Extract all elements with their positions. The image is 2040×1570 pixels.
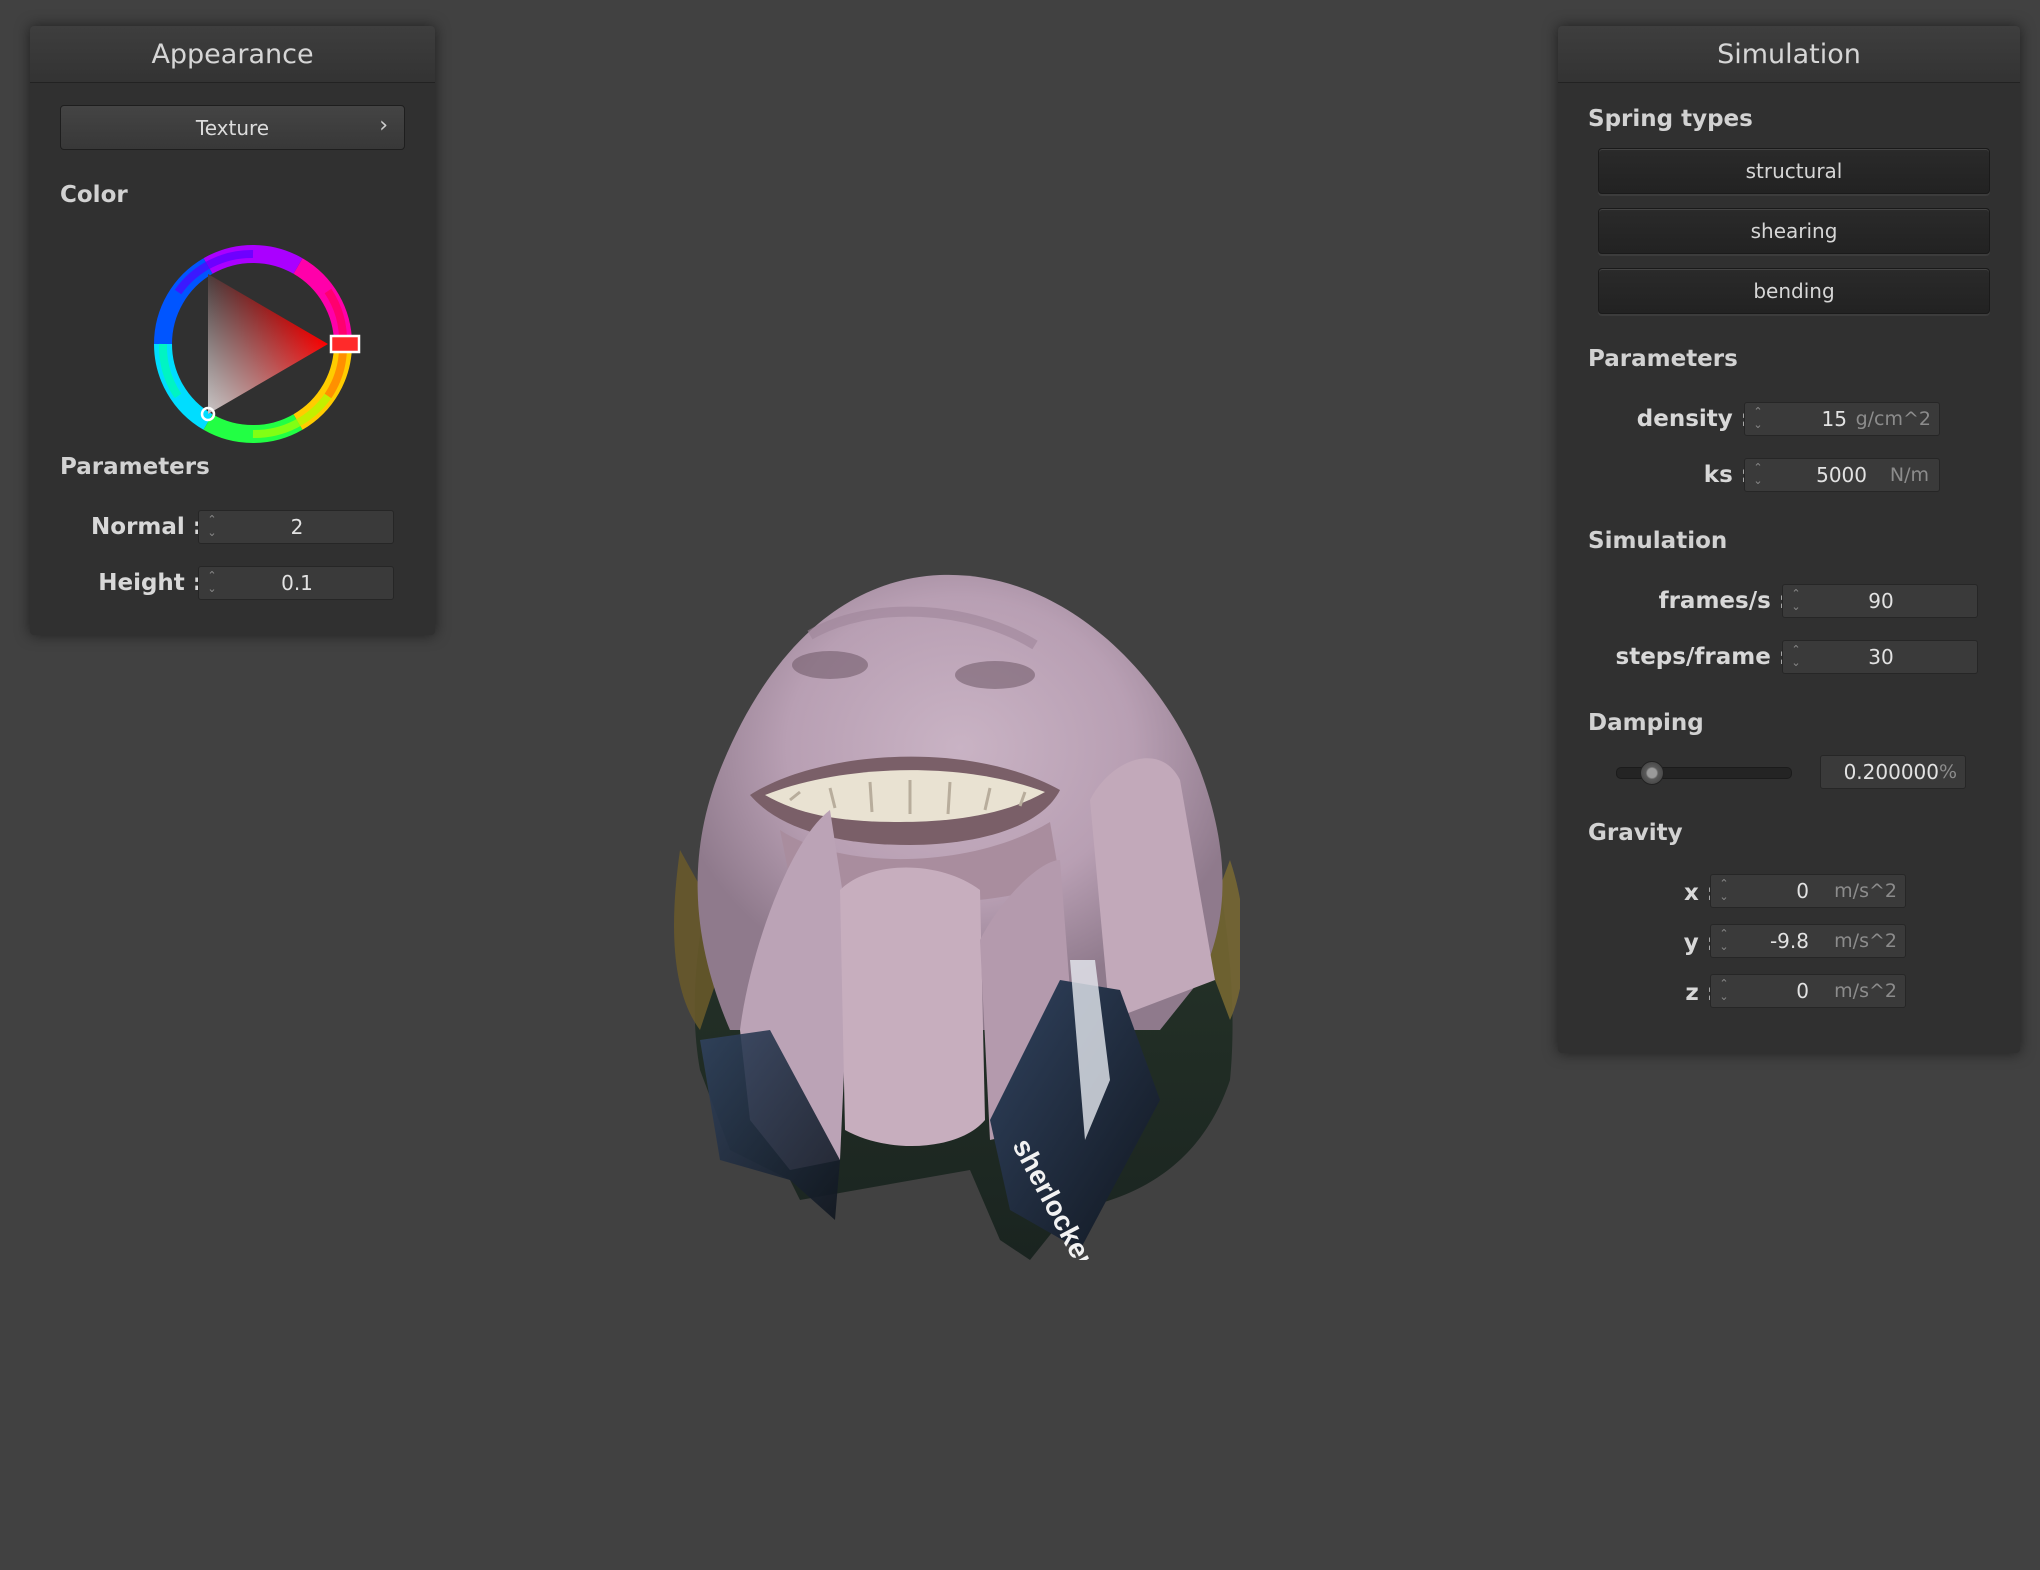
fps-value: 90 [1868,589,1894,613]
gravity-x-unit: m/s^2 [1834,880,1897,902]
gravity-x-value: 0 [1796,879,1809,903]
damping-field[interactable]: 0.200000 % [1820,755,1966,789]
chevron-right-icon: › [379,113,388,138]
density-label: density : [1636,406,1750,432]
damping-value: 0.200000 [1843,760,1939,784]
gravity-y-value: -9.8 [1769,929,1809,953]
ks-label: ks : [1703,462,1750,488]
color-wheel[interactable] [138,229,368,459]
normal-value: 2 [290,515,304,539]
height-spinbox[interactable]: ⌃ ⌄ 0.1 [198,566,394,600]
appearance-parameters-label: Parameters [60,454,210,480]
texture-button-label: Texture [195,115,270,140]
spin-arrows-icon[interactable]: ⌃ ⌄ [1751,461,1765,489]
ks-value: 5000 [1816,463,1867,487]
gravity-y-unit: m/s^2 [1834,930,1897,952]
normal-spinbox[interactable]: ⌃ ⌄ 2 [198,510,394,544]
structural-spring-label: structural [1745,159,1843,183]
density-unit: g/cm^2 [1855,408,1931,430]
color-label: Color [60,182,128,208]
damping-unit: % [1938,761,1957,783]
appearance-panel-title: Appearance [30,26,435,83]
damping-label: Damping [1588,710,1704,736]
simulation-panel: Simulation Spring types structural shear… [1558,26,2020,1053]
spring-types-label: Spring types [1588,106,1753,132]
gravity-x-label: x : [1683,880,1716,906]
spin-arrows-icon[interactable]: ⌃ ⌄ [1717,927,1731,955]
bending-spring-label: bending [1753,279,1835,303]
gravity-y-spinbox[interactable]: ⌃ ⌄ -9.8 m/s^2 [1710,924,1906,958]
normal-label: Normal : [91,514,202,540]
structural-spring-button[interactable]: structural [1598,148,1990,194]
simulation-section-label: Simulation [1588,528,1728,554]
gravity-label: Gravity [1588,820,1683,846]
fps-label: frames/s : [1658,588,1788,614]
simulation-parameters-label: Parameters [1588,346,1738,372]
fps-spinbox[interactable]: ⌃ ⌄ 90 [1782,584,1978,618]
spin-arrows-icon[interactable]: ⌃ ⌄ [1717,977,1731,1005]
appearance-panel: Appearance Texture › Color Parameters No… [30,26,435,635]
simulation-panel-title: Simulation [1558,26,2020,83]
steps-per-frame-label: steps/frame : [1615,644,1788,670]
bending-spring-button[interactable]: bending [1598,268,1990,314]
3d-viewport[interactable]: sherlocker Appearance Texture › Color Pa… [0,0,2040,1570]
damping-slider-handle[interactable] [1639,761,1664,785]
ks-spinbox[interactable]: ⌃ ⌄ 5000 N/m [1744,458,1940,492]
height-label: Height : [98,570,202,596]
gravity-z-spinbox[interactable]: ⌃ ⌄ 0 m/s^2 [1710,974,1906,1008]
gravity-y-label: y : [1683,930,1716,956]
gravity-z-label: z : [1685,980,1716,1006]
gravity-z-value: 0 [1796,979,1809,1003]
shearing-spring-button[interactable]: shearing [1598,208,1990,254]
steps-per-frame-value: 30 [1868,645,1894,669]
gravity-z-unit: m/s^2 [1834,980,1897,1002]
steps-per-frame-spinbox[interactable]: ⌃ ⌄ 30 [1782,640,1978,674]
spin-arrows-icon[interactable]: ⌃ ⌄ [1717,877,1731,905]
texture-button[interactable]: Texture › [60,105,405,150]
gravity-x-spinbox[interactable]: ⌃ ⌄ 0 m/s^2 [1710,874,1906,908]
density-spinbox[interactable]: ⌃ ⌄ 15 g/cm^2 [1744,402,1940,436]
spin-arrows-icon[interactable]: ⌃ ⌄ [1751,405,1765,433]
ks-unit: N/m [1889,464,1929,486]
cloth-mesh: sherlocker [674,574,1240,1260]
density-value: 15 [1821,407,1847,431]
hue-marker[interactable] [329,334,361,354]
shearing-spring-label: shearing [1750,219,1838,243]
height-value: 0.1 [281,571,313,595]
